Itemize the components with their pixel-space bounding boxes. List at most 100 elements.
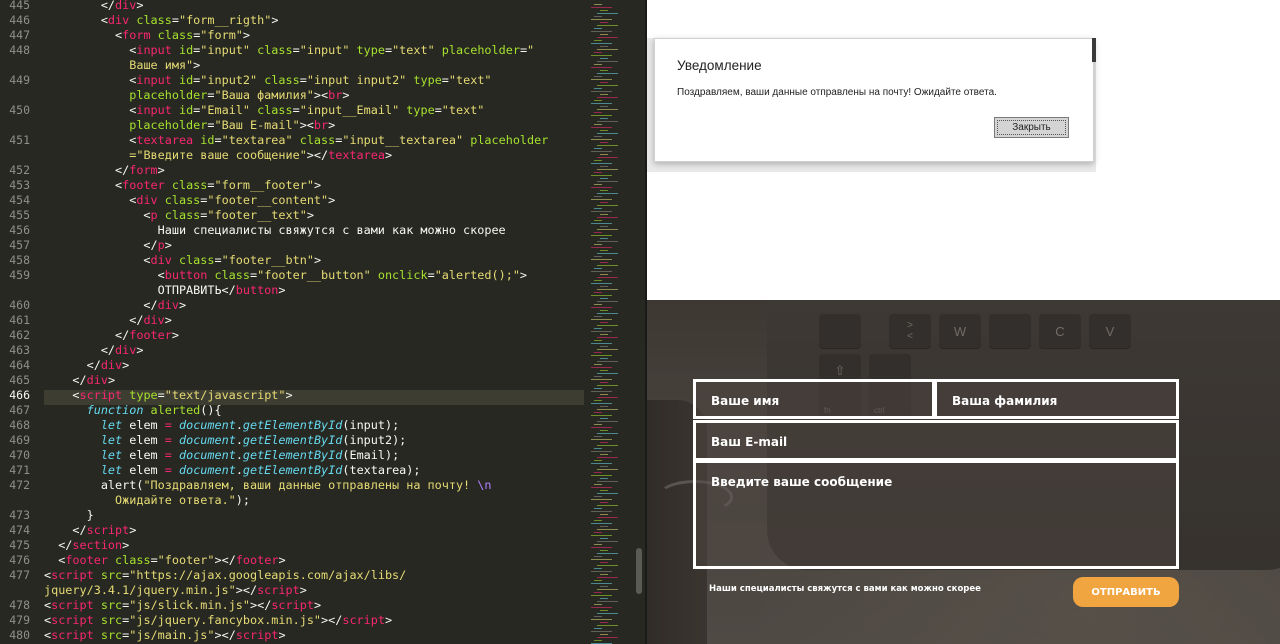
line-number: 454 (9, 193, 30, 207)
minimap-line (594, 424, 602, 425)
minimap-line (600, 490, 608, 491)
minimap-line (591, 523, 612, 524)
minimap-line (594, 100, 602, 101)
code-token: < (44, 553, 66, 567)
minimap-line (591, 571, 612, 572)
minimap-line (591, 559, 612, 560)
code-token: \n (477, 478, 492, 492)
scrollbar-thumb[interactable] (636, 548, 642, 594)
code-token: src (93, 568, 123, 582)
minimap-line (594, 340, 602, 341)
code-token: document (178, 418, 236, 432)
line-number: 467 (9, 403, 30, 417)
code-token: "input__Email" (299, 103, 400, 117)
minimap-line (594, 460, 602, 461)
minimap-line (597, 349, 618, 350)
minimap-line (597, 289, 618, 290)
code-token: (textarea); (342, 463, 421, 477)
code-editor[interactable]: 445 446 447 448 449 450 451 452 453 454 455 456 457 4… (0, 0, 645, 644)
line-number: 448 (9, 43, 30, 57)
code-token: footer (129, 328, 172, 342)
code-area[interactable]: </div> <div class="form__rigth"> <form c… (44, 0, 584, 644)
minimap-line (591, 379, 612, 380)
code-token: type (406, 73, 442, 87)
code-token: document (178, 433, 236, 447)
minimap-line (600, 274, 608, 275)
code-line: <div class="footer__content"> (44, 193, 335, 208)
code-token: = (164, 448, 172, 462)
code-token: class (292, 133, 336, 147)
line-number: 450 (9, 103, 30, 117)
minimap-line (594, 292, 602, 293)
minimap-line (591, 535, 612, 536)
footer-text: Наши специалисты свяжутся с вами как мож… (709, 584, 981, 594)
code-token: "alerted();" (434, 268, 520, 282)
code-line: <script src="https://ajax.googleapis.com… (44, 568, 406, 583)
minimap-line (600, 82, 608, 83)
minimap-line (594, 184, 602, 185)
code-line: </footer> (44, 328, 179, 343)
code-token: getElementById (242, 418, 343, 432)
code-token: ></ (214, 628, 236, 642)
code-token: src (93, 613, 123, 627)
minimap-line (600, 58, 608, 59)
minimap-line (591, 91, 612, 92)
code-line: placeholder="Ваша фамилия"><br> (44, 88, 349, 103)
line-number: 472 (9, 478, 30, 492)
minimap-line (600, 370, 608, 371)
dialog-scroll-edge (1092, 38, 1096, 62)
code-line: let elem = document.getElementById(Email… (44, 448, 399, 463)
minimap-line (597, 13, 618, 14)
minimap-line (597, 145, 618, 146)
minimap-line (594, 592, 602, 593)
minimap-line (597, 517, 618, 518)
code-token: let (100, 418, 123, 432)
first-name-placeholder: Ваше имя (711, 394, 780, 408)
code-token: "Email" (200, 103, 250, 117)
close-button[interactable]: Закрыть (994, 117, 1069, 138)
code-token: div (136, 193, 158, 207)
minimap-line (600, 634, 608, 635)
code-token: "textarea" (221, 133, 293, 147)
minimap-line (597, 61, 618, 62)
dialog-top-strip (647, 0, 1096, 38)
code-token: >< (299, 118, 314, 132)
email-input[interactable]: Ваш E-mail (693, 420, 1179, 461)
minimap-line (600, 118, 608, 119)
code-token: document (178, 448, 236, 462)
code-token: "Ваш E-mail" (214, 118, 300, 132)
code-token: > (278, 553, 286, 567)
code-line: let elem = document.getElementById(input… (44, 418, 399, 433)
code-token: (){ (200, 403, 222, 417)
code-token: "input input2" (306, 73, 407, 87)
minimap-line (600, 286, 608, 287)
code-token: > (313, 598, 322, 612)
minimap-line (597, 529, 618, 530)
message-textarea[interactable]: Введите ваше сообщение (693, 460, 1179, 569)
code-token: </ (44, 343, 116, 357)
code-token: "input" (200, 43, 250, 57)
minimap-line (600, 418, 608, 419)
send-button[interactable]: ОТПРАВИТЬ (1073, 577, 1179, 607)
code-token: </ (44, 313, 144, 327)
last-name-input[interactable]: Ваша фамилия (934, 379, 1179, 419)
code-token: script (51, 613, 94, 627)
code-token: form (122, 28, 151, 42)
code-token: < (44, 133, 137, 147)
minimap-line (600, 562, 608, 563)
first-name-input[interactable]: Ваше имя (693, 379, 935, 419)
code-token: > (122, 358, 130, 372)
code-token: </ (44, 373, 87, 387)
minimap-line (591, 127, 612, 128)
code-token: let (100, 433, 123, 447)
minimap[interactable] (586, 0, 634, 644)
line-number: 466 (9, 388, 30, 402)
minimap-line (600, 94, 608, 95)
code-token: > (313, 253, 322, 267)
code-token: script (235, 628, 279, 642)
code-token: " (527, 43, 535, 57)
alert-dialog: Уведомление Поздравляем, ваши данные отп… (654, 38, 1094, 162)
code-token: section (72, 538, 123, 552)
minimap-line (597, 85, 618, 86)
